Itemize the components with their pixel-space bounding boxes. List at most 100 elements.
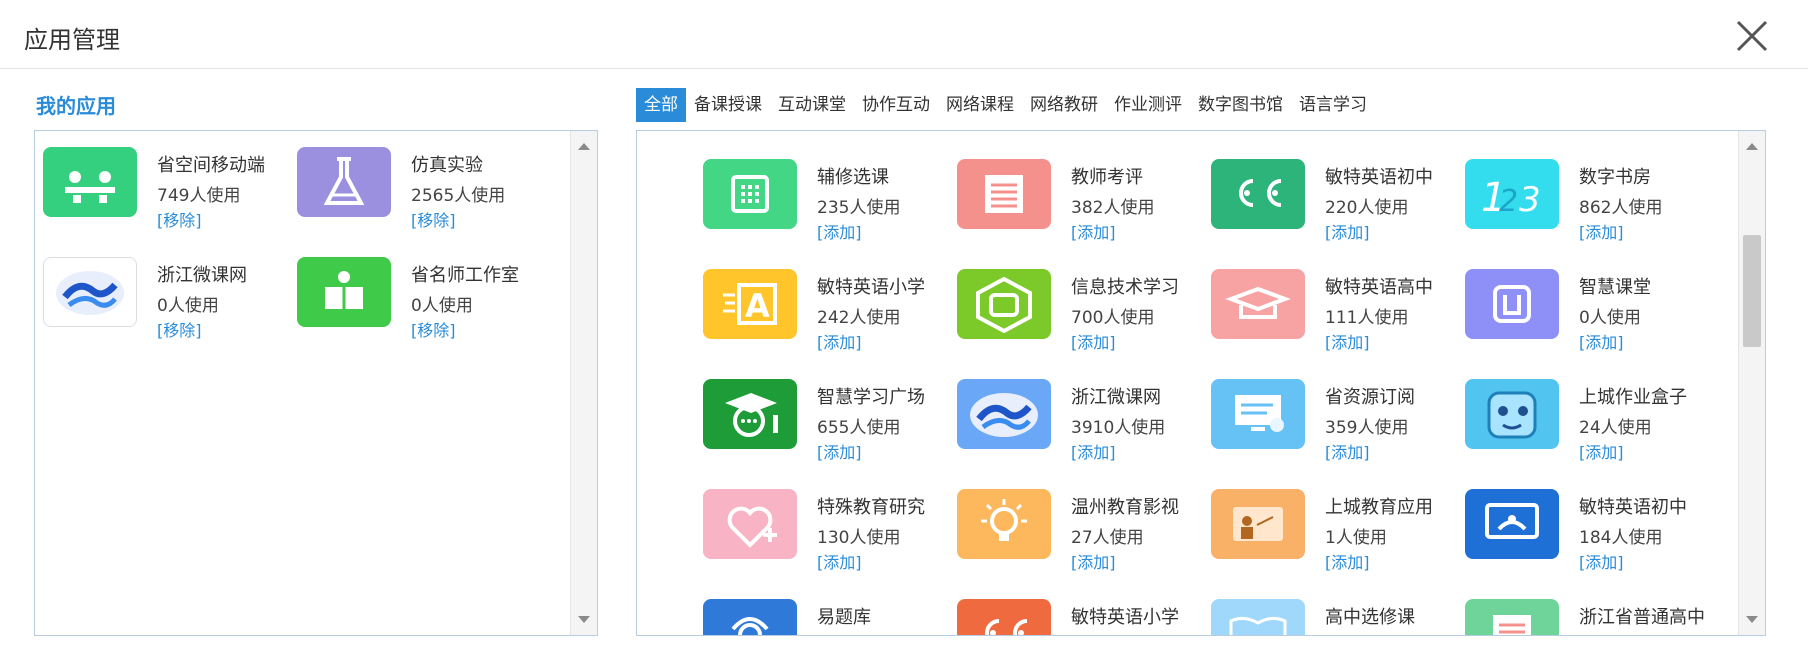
app-name: 信息技术学习 (1071, 277, 1179, 298)
box-face-icon[interactable] (1465, 379, 1559, 449)
add-link[interactable]: [添加] (1325, 549, 1370, 573)
add-link[interactable]: [添加] (1325, 329, 1370, 353)
cc-letters-icon[interactable] (957, 599, 1051, 635)
meeting-people-icon[interactable] (43, 147, 137, 217)
remove-link[interactable]: [移除] (411, 317, 456, 341)
remove-link[interactable]: [移除] (157, 317, 202, 341)
tab-1[interactable]: 备课授课 (686, 88, 770, 122)
tab-3[interactable]: 协作互动 (854, 88, 938, 122)
app-card[interactable]: 敏特英语初中 220人使用 [添加] (1211, 159, 1461, 255)
scroll-thumb[interactable] (1743, 235, 1761, 347)
app-card[interactable]: 仿真实验 2565人使用 [移除] (297, 147, 547, 243)
tab-6[interactable]: 作业测评 (1106, 88, 1190, 122)
remove-link[interactable]: [移除] (411, 207, 456, 231)
cc-letters-icon[interactable] (1211, 159, 1305, 229)
app-card[interactable]: 易题库 (703, 599, 953, 635)
tab-5[interactable]: 网络教研 (1022, 88, 1106, 122)
svg-text:3: 3 (1519, 180, 1541, 220)
app-name: 省资源订阅 (1325, 387, 1415, 408)
document-lines-icon[interactable] (957, 159, 1051, 229)
app-user-count: 655人使用 (817, 418, 901, 438)
svg-text:A: A (745, 287, 770, 325)
app-store-scrollbar[interactable] (1738, 131, 1765, 635)
grid-icon[interactable] (703, 159, 797, 229)
app-card[interactable]: 教师考评 382人使用 [添加] (957, 159, 1207, 255)
question-bank-icon[interactable] (703, 599, 797, 635)
app-card[interactable]: 温州教育影视 27人使用 [添加] (957, 489, 1207, 585)
scroll-down-arrow-icon[interactable] (1746, 616, 1758, 623)
app-card[interactable]: 浙江微课网 0人使用 [移除] (43, 257, 293, 353)
tab-8[interactable]: 语言学习 (1291, 88, 1375, 122)
add-link[interactable]: [添加] (1579, 439, 1624, 463)
add-link[interactable]: [添加] (1325, 219, 1370, 243)
add-link[interactable]: [添加] (817, 549, 862, 573)
add-link[interactable]: [添加] (1579, 219, 1624, 243)
presentation-screen-icon[interactable] (1465, 489, 1559, 559)
square-logo-icon[interactable] (1465, 269, 1559, 339)
app-card[interactable]: 省名师工作室 0人使用 [移除] (297, 257, 547, 353)
teacher-board-icon[interactable] (1211, 489, 1305, 559)
app-management-dialog: 应用管理 我的应用 全部 备课授课 互动课堂 协作互动 网络课程 网络教研 作业测评 数字图书… (0, 0, 1808, 664)
app-card[interactable]: 特殊教育研究 130人使用 [添加] (703, 489, 953, 585)
app-card[interactable]: 敏特英语初中 184人使用 [添加] (1465, 489, 1715, 585)
open-book-icon[interactable] (1211, 599, 1305, 635)
graduation-cap-icon[interactable] (1211, 269, 1305, 339)
my-apps-scrollbar[interactable] (570, 131, 597, 635)
letter-a-icon[interactable]: A (703, 269, 797, 339)
app-card[interactable]: 浙江微课网 3910人使用 [添加] (957, 379, 1207, 475)
close-icon[interactable] (1734, 18, 1770, 54)
add-link[interactable]: [添加] (817, 219, 862, 243)
app-card[interactable]: 1 2 3 数字书房 862人使用 [添加] (1465, 159, 1715, 255)
app-name: 敏特英语小学 (817, 277, 925, 298)
app-name: 高中选修课 (1325, 607, 1415, 628)
tab-4[interactable]: 网络课程 (938, 88, 1022, 122)
app-user-count: 749人使用 (157, 186, 241, 206)
chat-graduate-icon[interactable] (703, 379, 797, 449)
numbers-123-icon[interactable]: 123 (1465, 159, 1559, 229)
app-name: 浙江微课网 (1071, 387, 1161, 408)
scroll-up-arrow-icon[interactable] (1746, 143, 1758, 150)
add-link[interactable]: [添加] (1071, 439, 1116, 463)
hexagon-screen-icon[interactable] (957, 269, 1051, 339)
document-lines-icon[interactable] (1465, 599, 1559, 635)
book-person-icon[interactable] (297, 257, 391, 327)
remove-link[interactable]: [移除] (157, 207, 202, 231)
app-card[interactable]: 智慧课堂 0人使用 [添加] (1465, 269, 1715, 365)
app-card[interactable]: 敏特英语高中 111人使用 [添加] (1211, 269, 1461, 365)
app-card[interactable]: 省资源订阅 359人使用 [添加] (1211, 379, 1461, 475)
app-card[interactable]: 智慧学习广场 655人使用 [添加] (703, 379, 953, 475)
add-link[interactable]: [添加] (1325, 439, 1370, 463)
app-name: 教师考评 (1071, 167, 1143, 188)
monitor-check-icon[interactable] (1211, 379, 1305, 449)
add-link[interactable]: [添加] (1579, 329, 1624, 353)
tab-7[interactable]: 数字图书馆 (1190, 88, 1291, 122)
app-name: 辅修选课 (817, 167, 889, 188)
lightbulb-icon[interactable] (957, 489, 1051, 559)
add-link[interactable]: [添加] (1579, 549, 1624, 573)
app-card[interactable]: 上城教育应用 1人使用 [添加] (1211, 489, 1461, 585)
app-user-count: 700人使用 (1071, 308, 1155, 328)
app-card[interactable]: 高中选修课 (1211, 599, 1461, 635)
app-card[interactable]: 信息技术学习 700人使用 [添加] (957, 269, 1207, 365)
app-card[interactable]: 省空间移动端 749人使用 [移除] (43, 147, 293, 243)
app-card[interactable]: 浙江省普通高中 (1465, 599, 1715, 635)
add-link[interactable]: [添加] (1071, 329, 1116, 353)
app-card[interactable]: 上城作业盒子 24人使用 [添加] (1465, 379, 1715, 475)
add-link[interactable]: [添加] (817, 439, 862, 463)
app-card[interactable]: 辅修选课 235人使用 [添加] (703, 159, 953, 255)
wave-logo-icon[interactable] (957, 379, 1051, 449)
wave-logo-icon[interactable] (43, 257, 137, 327)
app-card[interactable]: A 敏特英语小学 242人使用 [添加] (703, 269, 953, 365)
scroll-up-arrow-icon[interactable] (578, 143, 590, 150)
app-name: 智慧课堂 (1579, 277, 1651, 298)
category-tabs: 全部 备课授课 互动课堂 协作互动 网络课程 网络教研 作业测评 数字图书馆 语言学习 (636, 88, 1375, 122)
app-card[interactable]: 敏特英语小学 (957, 599, 1207, 635)
add-link[interactable]: [添加] (1071, 219, 1116, 243)
tab-0[interactable]: 全部 (636, 88, 686, 122)
add-link[interactable]: [添加] (1071, 549, 1116, 573)
heart-plus-icon[interactable] (703, 489, 797, 559)
flask-icon[interactable] (297, 147, 391, 217)
add-link[interactable]: [添加] (817, 329, 862, 353)
scroll-down-arrow-icon[interactable] (578, 616, 590, 623)
tab-2[interactable]: 互动课堂 (770, 88, 854, 122)
